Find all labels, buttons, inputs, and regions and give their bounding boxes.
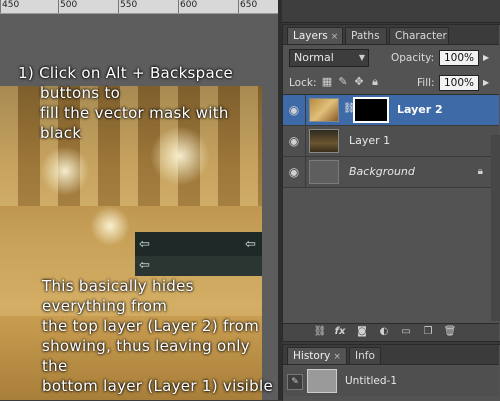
fill-field[interactable]: 100% — [439, 75, 479, 91]
new-layer-icon[interactable]: ❐ — [421, 325, 435, 339]
visibility-toggle[interactable]: ◉ — [283, 95, 306, 125]
blend-row: Normal ▼ Opacity: 100% ▶ — [283, 46, 499, 70]
snapshot-name: Untitled-1 — [345, 375, 398, 387]
layer-thumbnail[interactable] — [309, 98, 339, 122]
photo-sign: ⇦ — [135, 256, 262, 276]
ruler-tick — [0, 0, 1, 13]
lock-all-icon[interactable]: 🔒︎ — [369, 76, 381, 88]
layer-name[interactable]: Layer 2 — [397, 102, 443, 118]
link-layers-icon[interactable]: ⛓ — [313, 325, 327, 339]
arrow-left-icon: ⇦ — [245, 237, 256, 252]
history-panel: History × Info ✎ Untitled-1 — [282, 344, 500, 401]
opacity-value: 100% — [444, 52, 475, 64]
photo-sign: ⇦ ⇦ — [135, 232, 262, 258]
layers-scrollbar[interactable] — [491, 135, 500, 321]
layer-name[interactable]: Background — [349, 164, 415, 180]
tab-label: Character — [395, 30, 447, 42]
tab-character[interactable]: Character — [389, 27, 449, 44]
layer-thumbnail[interactable] — [309, 160, 339, 184]
layers-panel-tabs: Layers × Paths Character — [283, 25, 499, 45]
visibility-toggle[interactable]: ◉ — [283, 157, 306, 187]
lock-label: Lock: — [289, 77, 317, 89]
ruler-tick — [238, 0, 239, 13]
chevron-right-icon[interactable]: ▶ — [483, 53, 489, 62]
vector-mask-thumbnail[interactable] — [353, 97, 389, 123]
fill-label: Fill: — [417, 77, 435, 89]
layer-thumbnail[interactable] — [309, 129, 339, 153]
fill-value: 100% — [444, 77, 475, 89]
step-annotation: 1) Click on Alt + Backspace buttons to f… — [18, 63, 268, 143]
tab-label: Layers — [293, 30, 328, 42]
layers-panel: Layers × Paths Character Normal ▼ Opacity… — [282, 24, 500, 342]
horizontal-ruler: 450 500 550 600 650 — [0, 0, 278, 14]
ruler-label: 500 — [60, 0, 78, 10]
tab-label: History — [293, 350, 331, 362]
tab-info[interactable]: Info — [349, 347, 381, 364]
ruler-label: 600 — [180, 0, 198, 10]
arrow-left-icon: ⇦ — [139, 258, 150, 273]
ruler-label: 650 — [240, 0, 258, 10]
lock-pixels-icon[interactable]: ✎ — [337, 76, 349, 88]
layer-row-layer-1[interactable]: ◉ Layer 1 — [283, 126, 499, 157]
layer-name[interactable]: Layer 1 — [349, 133, 390, 149]
tab-label: Paths — [351, 30, 380, 42]
eye-icon[interactable]: ◉ — [287, 165, 301, 179]
panel-dock-header — [282, 0, 500, 23]
explanation-annotation: This basically hides everything from the… — [42, 276, 278, 396]
step-line: fill the vector mask with — [40, 104, 229, 122]
tab-label: Info — [355, 350, 375, 362]
step-line: 1) Click on Alt + Backspace — [18, 64, 234, 82]
photo-light — [90, 206, 130, 246]
add-mask-icon[interactable]: ◙ — [355, 325, 369, 339]
photo-light — [40, 146, 90, 196]
fx-icon[interactable]: fx — [333, 325, 347, 339]
history-snapshot[interactable]: ✎ Untitled-1 — [283, 366, 499, 396]
blend-mode-value: Normal — [294, 51, 334, 64]
eye-icon[interactable]: ◉ — [287, 134, 301, 148]
step-line: black — [40, 124, 82, 142]
trash-icon[interactable]: 🗑︎ — [443, 325, 457, 339]
tab-layers[interactable]: Layers × — [287, 27, 343, 44]
close-icon[interactable]: × — [333, 352, 341, 362]
chevron-down-icon: ▼ — [358, 53, 365, 62]
history-panel-tabs: History × Info — [283, 345, 499, 365]
ruler-tick — [118, 0, 119, 13]
explanation-line: showing, thus leaving only the — [42, 337, 250, 375]
lock-transparency-icon[interactable]: ▦ — [321, 76, 333, 88]
document-canvas[interactable]: 450 500 550 600 650 ⇦ ⇦ ⇦ 1) Click on Al… — [0, 0, 278, 400]
explanation-line: bottom layer (Layer 1) visible — [42, 377, 273, 395]
ruler-tick — [178, 0, 179, 13]
chevron-right-icon[interactable]: ▶ — [483, 78, 489, 87]
new-group-icon[interactable]: ▭ — [399, 325, 413, 339]
ruler-label: 450 — [2, 0, 20, 10]
blend-mode-select[interactable]: Normal ▼ — [289, 49, 369, 67]
explanation-line: the top layer (Layer 2) from — [42, 317, 260, 335]
lock-row: Lock: ▦ ✎ ✥ 🔒︎ Fill: 100% ▶ — [283, 72, 499, 95]
layer-row-layer-2[interactable]: ◉ ⛓ Layer 2 — [283, 95, 499, 126]
eye-icon[interactable]: ◉ — [287, 103, 301, 117]
layers-panel-footer: ⛓ fx ◙ ◐ ▭ ❐ 🗑︎ — [283, 323, 499, 341]
visibility-toggle[interactable]: ◉ — [283, 126, 306, 156]
close-icon[interactable]: × — [331, 32, 339, 42]
snapshot-thumbnail — [307, 369, 337, 393]
opacity-label: Opacity: — [391, 52, 435, 64]
lock-icon: 🔒︎ — [477, 166, 483, 177]
explanation-line: This basically hides everything from — [42, 277, 194, 315]
ruler-label: 550 — [120, 0, 138, 10]
arrow-left-icon: ⇦ — [139, 237, 150, 252]
history-brush-icon[interactable]: ✎ — [287, 374, 303, 390]
adjustment-layer-icon[interactable]: ◐ — [377, 325, 391, 339]
lock-position-icon[interactable]: ✥ — [353, 76, 365, 88]
layer-row-background[interactable]: ◉ Background 🔒︎ — [283, 157, 499, 188]
opacity-field[interactable]: 100% — [439, 50, 479, 66]
tab-history[interactable]: History × — [287, 347, 347, 364]
tab-paths[interactable]: Paths — [345, 27, 387, 44]
step-line: buttons to — [40, 84, 121, 102]
ruler-tick — [58, 0, 59, 13]
